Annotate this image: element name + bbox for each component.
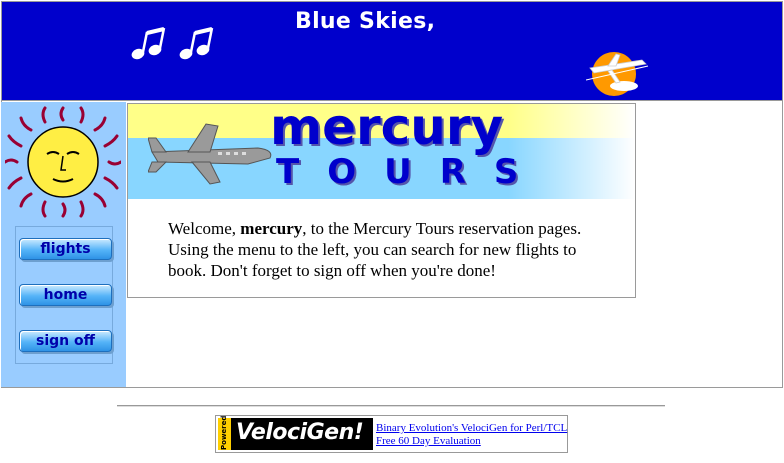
- banner-subtitle: TOURS: [276, 152, 547, 192]
- content-box: mercury TOURS Welcome, mercury, to the M…: [127, 103, 636, 298]
- header-banner: Blue Skies,: [1, 1, 783, 101]
- home-button[interactable]: home: [19, 284, 112, 306]
- velocigen-link[interactable]: Binary Evolution's VelociGen for Perl/TC…: [376, 422, 567, 434]
- horizontal-divider: [117, 405, 665, 407]
- velocigen-brand: VelociGen!: [236, 420, 364, 445]
- header-title: Blue Skies,: [295, 9, 436, 34]
- flights-button[interactable]: flights: [19, 238, 112, 260]
- free-evaluation-link[interactable]: Free 60 Day Evaluation: [376, 435, 481, 447]
- sign-off-button[interactable]: sign off: [19, 330, 112, 352]
- velocigen-logo[interactable]: Powered By VelociGen!: [218, 415, 373, 450]
- username: mercury: [240, 219, 303, 238]
- airplane-logo-icon: [586, 52, 649, 96]
- airplane-icon: [148, 123, 272, 185]
- welcome-message: Welcome, mercury, to the Mercury Tours r…: [168, 219, 582, 280]
- banner-title: mercury: [270, 103, 504, 156]
- nav-menu: flights home sign off: [15, 226, 113, 364]
- music-notes-icon: [131, 27, 214, 60]
- mercury-tours-banner: mercury TOURS: [128, 104, 635, 199]
- powered-by-badge: Powered By: [218, 415, 241, 450]
- velocigen-ad: Powered By VelociGen! Binary Evolution's…: [215, 415, 568, 453]
- sidebar: flights home sign off: [1, 102, 126, 387]
- sun-face-icon: [5, 106, 121, 218]
